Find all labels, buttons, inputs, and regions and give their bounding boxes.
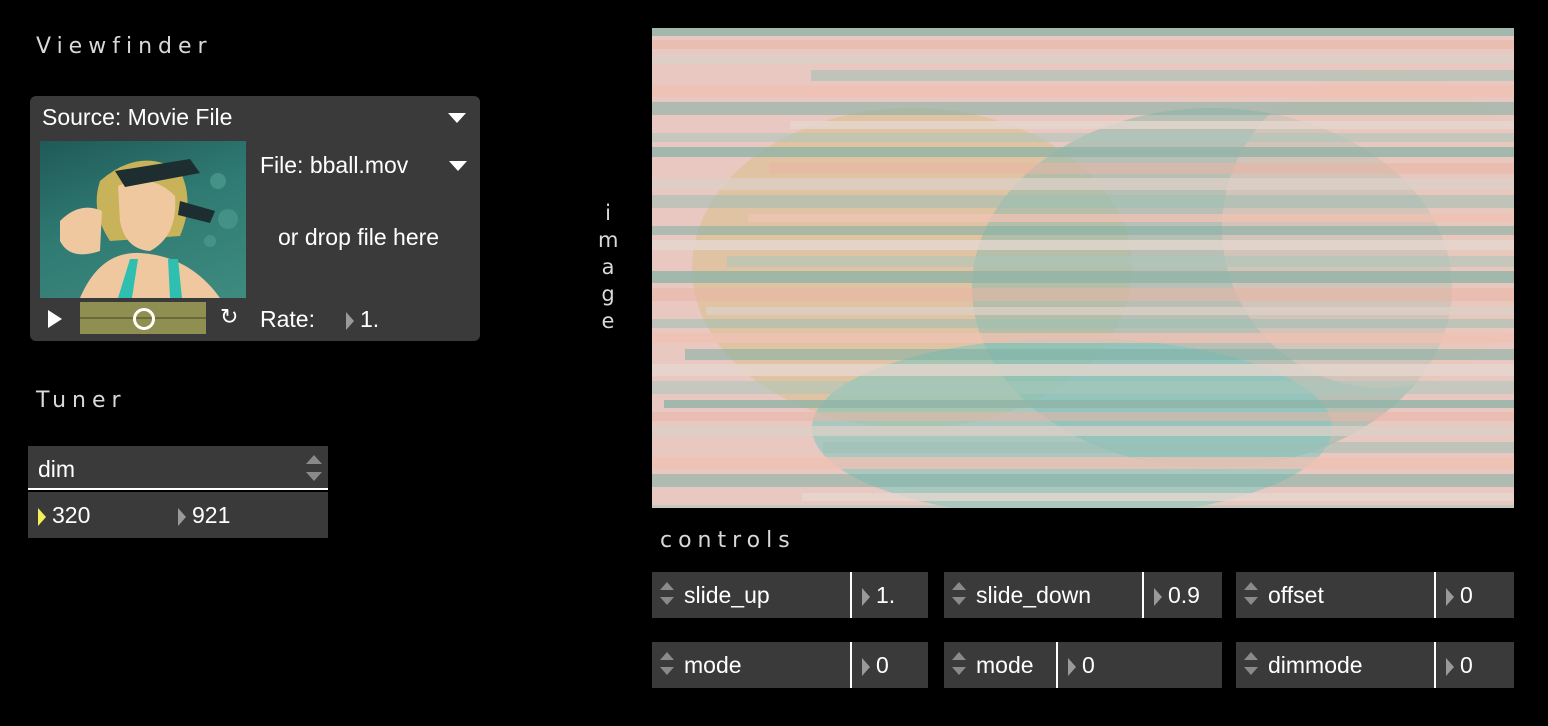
down-arrow-icon: [952, 667, 966, 675]
viewfinder-title: Viewfinder: [36, 34, 213, 59]
tuner-value-2[interactable]: 921: [178, 502, 230, 529]
image-stripe: [685, 349, 1514, 360]
tuner-value-1[interactable]: 320: [38, 502, 90, 529]
control-slide-up[interactable]: slide_up 1.: [652, 572, 928, 618]
source-menu-label[interactable]: Source: Movie File: [42, 104, 232, 131]
control-offset[interactable]: offset 0: [1236, 572, 1514, 618]
image-stripe: [652, 178, 1514, 190]
triangle-icon: [862, 657, 870, 676]
image-stripe: [652, 474, 1514, 487]
image-stripe: [652, 333, 1514, 343]
control-value[interactable]: 0: [862, 652, 889, 679]
drop-file-zone[interactable]: or drop file here: [278, 224, 439, 251]
movie-thumbnail: [40, 141, 246, 298]
up-arrow-icon: [660, 582, 674, 590]
up-arrow-icon: [952, 582, 966, 590]
image-stripe: [652, 319, 1514, 328]
image-stripe: [652, 195, 1514, 208]
file-dropdown-arrow-icon[interactable]: [449, 161, 467, 171]
rate-value[interactable]: 1.: [360, 306, 379, 332]
select-down-arrow-icon[interactable]: [306, 472, 322, 481]
play-icon[interactable]: [48, 310, 62, 328]
image-stripe: [790, 121, 1514, 129]
image-stripe: [652, 412, 1514, 421]
control-dimmode[interactable]: dimmode 0: [1236, 642, 1514, 688]
up-arrow-icon: [660, 652, 674, 660]
source-dropdown-arrow-icon[interactable]: [448, 113, 466, 123]
triangle-icon: [1446, 587, 1454, 606]
down-arrow-icon: [660, 597, 674, 605]
control-slide-down[interactable]: slide_down 0.9: [944, 572, 1222, 618]
loop-icon[interactable]: ↻: [220, 304, 238, 330]
control-name: slide_up: [684, 582, 770, 608]
controls-title: controls: [660, 528, 796, 553]
image-stripe: [652, 505, 1514, 508]
triangle-icon: [862, 587, 870, 606]
image-stripe: [652, 271, 1514, 283]
tuner-title: Tuner: [36, 388, 127, 413]
tuner-values-row: 320 921: [28, 492, 328, 538]
triangle-icon: [1446, 657, 1454, 676]
up-arrow-icon: [952, 652, 966, 660]
image-stripe: [652, 133, 1514, 142]
image-stripe: [652, 85, 1514, 97]
control-value[interactable]: 0: [1446, 582, 1473, 609]
select-up-arrow-icon[interactable]: [306, 455, 322, 464]
image-stripe: [652, 426, 1514, 436]
image-stripe: [652, 226, 1514, 235]
down-arrow-icon: [1244, 597, 1258, 605]
down-arrow-icon: [952, 597, 966, 605]
triangle-icon: [178, 507, 186, 526]
control-value[interactable]: 1.: [862, 582, 895, 609]
image-display: [652, 28, 1514, 508]
image-stripe: [652, 381, 1514, 394]
image-stripe: [652, 288, 1514, 301]
playback-slider-knob[interactable]: [133, 308, 155, 330]
image-stripe: [652, 40, 1514, 49]
image-stripe: [652, 147, 1514, 157]
image-stripe: [769, 163, 1514, 174]
image-stripe: [652, 240, 1514, 250]
triangle-icon: [1154, 587, 1162, 606]
rate-number-box[interactable]: 1.: [346, 306, 379, 333]
image-stripe: [748, 214, 1514, 222]
playback-slider[interactable]: [80, 302, 206, 334]
down-arrow-icon: [660, 667, 674, 675]
control-name: offset: [1268, 582, 1324, 608]
image-stripe: [811, 70, 1514, 81]
image-label: i m a g e: [598, 201, 619, 333]
image-stripe: [823, 442, 1514, 453]
image-stripe: [652, 54, 1514, 64]
image-stripe: [652, 364, 1514, 376]
control-value[interactable]: 0: [1446, 652, 1473, 679]
active-triangle-icon: [38, 507, 46, 526]
image-stripe: [802, 493, 1514, 501]
rate-label: Rate:: [260, 306, 315, 332]
tuner-attribute-select[interactable]: dim: [28, 446, 328, 490]
tuner-selected-attribute[interactable]: dim: [38, 456, 75, 483]
down-arrow-icon: [1244, 667, 1258, 675]
up-arrow-icon: [1244, 582, 1258, 590]
control-name: dimmode: [1268, 652, 1363, 678]
viewfinder-panel: Source: Movie File File: bball.mov or dr…: [30, 96, 480, 341]
image-stripe: [652, 457, 1514, 469]
file-menu-label[interactable]: File: bball.mov: [260, 152, 408, 179]
image-stripe: [652, 28, 1514, 36]
image-stripe: [706, 307, 1514, 315]
control-mode-1[interactable]: mode 0: [652, 642, 928, 688]
image-stripe: [652, 102, 1514, 115]
control-value[interactable]: 0: [1068, 652, 1095, 679]
up-arrow-icon: [1244, 652, 1258, 660]
rate-triangle-icon: [346, 311, 354, 330]
control-value[interactable]: 0.9: [1154, 582, 1200, 609]
triangle-icon: [1068, 657, 1076, 676]
control-name: mode: [684, 652, 742, 678]
image-stripe: [664, 400, 1514, 408]
control-mode-2[interactable]: mode 0: [944, 642, 1222, 688]
control-name: slide_down: [976, 582, 1092, 608]
image-stripe: [727, 256, 1514, 267]
control-name: mode: [976, 652, 1034, 678]
